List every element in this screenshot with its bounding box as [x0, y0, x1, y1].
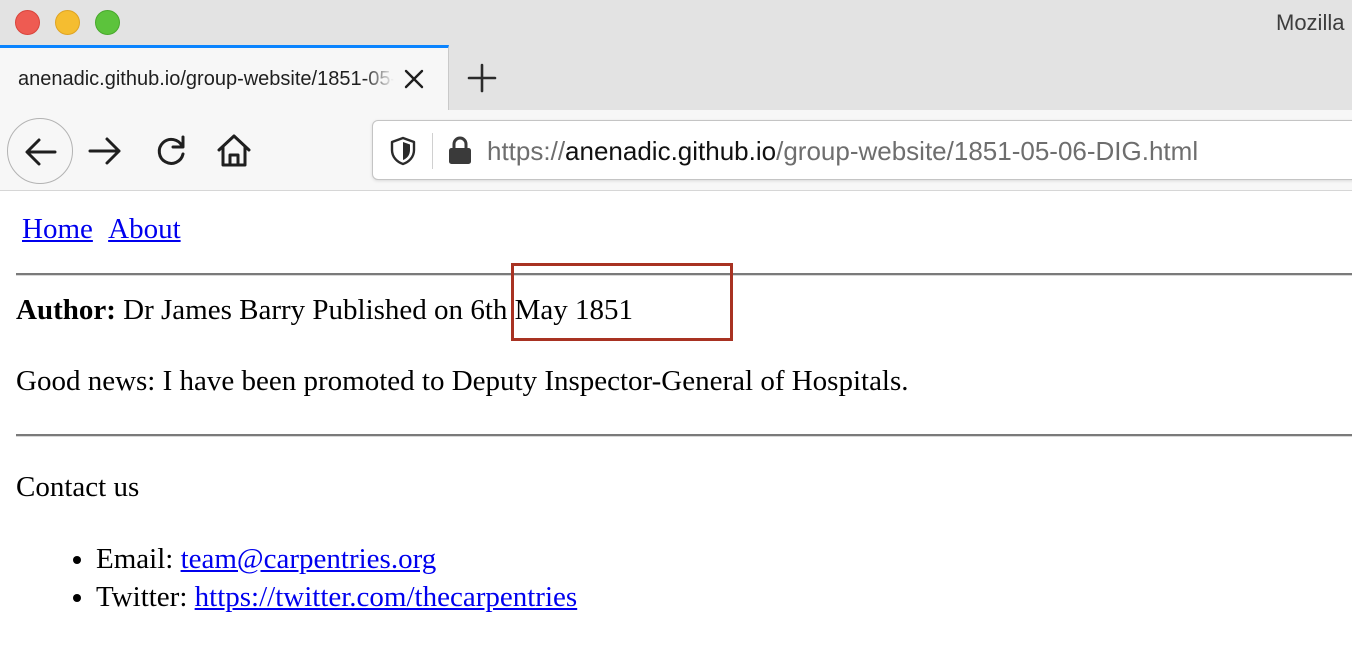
page-content: Home About Author: Dr James Barry Publis…	[0, 191, 1352, 656]
close-icon[interactable]	[401, 66, 427, 92]
shield-icon[interactable]	[389, 136, 417, 166]
url-scheme: https://	[487, 136, 566, 166]
contact-list: Email: team@carpentries.org Twitter: htt…	[96, 540, 577, 616]
navigation-toolbar: https://anenadic.github.io/group-website…	[0, 110, 1352, 191]
list-item: Twitter: https://twitter.com/thecarpentr…	[96, 578, 577, 616]
minimize-window-button[interactable]	[55, 10, 80, 35]
lock-icon[interactable]	[447, 135, 473, 165]
plus-icon[interactable]	[466, 62, 498, 94]
arrow-left-icon	[25, 138, 57, 166]
published-prefix: Published on	[312, 294, 464, 326]
post-body: Good news: I have been promoted to Deput…	[16, 365, 909, 397]
author-label: Author:	[16, 294, 116, 326]
forward-button[interactable]	[86, 132, 124, 170]
reload-button[interactable]	[152, 132, 190, 170]
url-path: /group-website/1851-05-06-DIG.html	[776, 136, 1199, 166]
home-button[interactable]	[214, 130, 254, 170]
close-window-button[interactable]	[15, 10, 40, 35]
twitter-link[interactable]: https://twitter.com/thecarpentries	[195, 581, 578, 613]
tab-active[interactable]: anenadic.github.io/group-website/1851-05…	[0, 45, 449, 110]
reload-icon	[157, 135, 185, 165]
contact-heading: Contact us	[16, 471, 140, 503]
divider	[16, 434, 1352, 437]
arrow-right-icon	[88, 137, 121, 165]
site-nav: Home About	[22, 213, 181, 246]
author-name: Dr James Barry	[123, 294, 306, 326]
urlbar-separator	[432, 133, 433, 169]
home-icon	[217, 134, 251, 167]
nav-link-home[interactable]: Home	[22, 213, 93, 245]
maximize-window-button[interactable]	[95, 10, 120, 35]
contact-label: Email:	[96, 543, 174, 575]
list-item: Email: team@carpentries.org	[96, 540, 577, 578]
email-link[interactable]: team@carpentries.org	[181, 543, 437, 575]
back-button[interactable]	[7, 118, 73, 184]
tab-title: anenadic.github.io/group-website/1851-05…	[18, 68, 394, 90]
window-titlebar: Mozilla anenadic.github.io/group-website…	[0, 0, 1352, 110]
url-text[interactable]: https://anenadic.github.io/group-website…	[487, 136, 1198, 167]
contact-label: Twitter:	[96, 581, 188, 613]
nav-link-about[interactable]: About	[108, 213, 181, 245]
annotation-highlight-box	[511, 263, 733, 341]
window-title: Mozilla	[1276, 10, 1345, 35]
address-bar[interactable]: https://anenadic.github.io/group-website…	[372, 120, 1352, 180]
url-host: anenadic.github.io	[565, 136, 777, 166]
